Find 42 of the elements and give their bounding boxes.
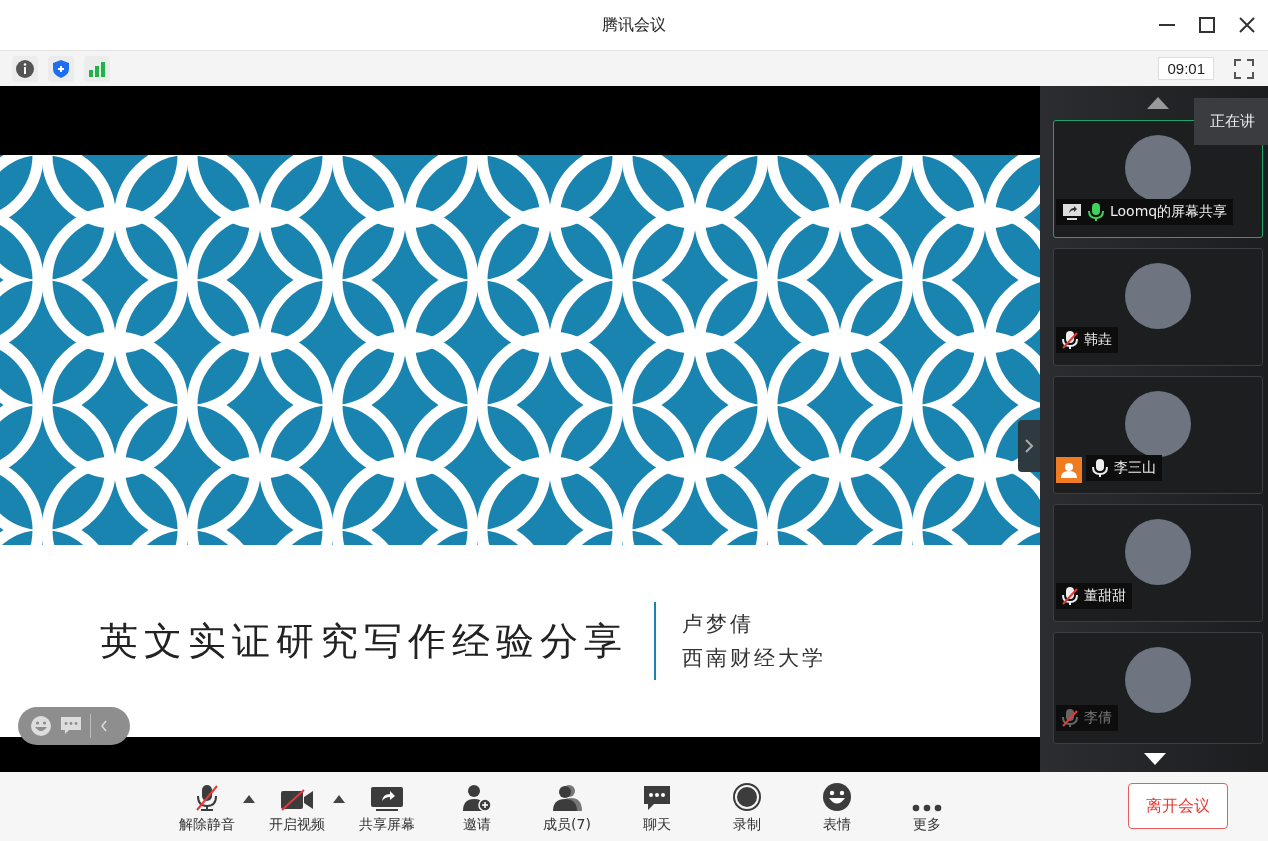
shield-icon[interactable]	[48, 55, 74, 82]
slide-author: 卢梦倩	[682, 611, 755, 638]
window-title: 腾讯会议	[602, 14, 666, 36]
meeting-timer: 09:01	[1158, 57, 1214, 80]
people-icon	[551, 783, 583, 812]
scroll-down-icon[interactable]	[1143, 752, 1167, 766]
leave-meeting-button[interactable]: 离开会议	[1128, 783, 1228, 829]
participant-tile[interactable]: 韩垚	[1053, 248, 1263, 366]
emoji-button[interactable]: 表情	[808, 779, 866, 834]
mic-button[interactable]: 解除静音	[178, 779, 236, 834]
more-button[interactable]: 更多	[898, 779, 956, 834]
screen-share-icon	[370, 785, 404, 812]
fullscreen-icon[interactable]	[1232, 56, 1256, 81]
participant-name: 李三山	[1114, 459, 1156, 477]
participant-name: 韩垚	[1084, 331, 1112, 349]
participant-name: Loomq的屏幕共享	[1110, 203, 1228, 221]
panel-toggle-button[interactable]	[1018, 420, 1040, 472]
signal-icon[interactable]	[84, 55, 110, 82]
slide-affiliation: 西南财经大学	[682, 645, 826, 672]
participant-name: 董甜甜	[1084, 587, 1126, 605]
participant-tile[interactable]: 董甜甜	[1053, 504, 1263, 622]
participant-name: 李倩	[1084, 709, 1112, 727]
share-button[interactable]: 共享屏幕	[358, 779, 416, 834]
invite-button[interactable]: 邀请	[448, 779, 506, 834]
chevron-right-icon	[1024, 438, 1034, 454]
record-button[interactable]: 录制	[718, 779, 776, 834]
speaking-tooltip: 正在讲	[1194, 98, 1268, 145]
video-button[interactable]: 开启视频	[268, 779, 326, 834]
caret-icon[interactable]	[242, 793, 256, 804]
more-icon	[912, 803, 942, 812]
info-icon[interactable]	[12, 55, 38, 82]
chat-button[interactable]: 聊天	[628, 779, 686, 834]
caret-icon[interactable]	[332, 793, 346, 804]
smiley-icon	[822, 781, 852, 812]
record-icon	[732, 781, 762, 812]
members-button[interactable]: 成员(7)	[538, 779, 596, 834]
scroll-up-icon[interactable]	[1146, 96, 1170, 110]
add-person-icon	[462, 783, 492, 812]
chat-icon	[642, 783, 672, 812]
participant-tile[interactable]: 李三山	[1053, 376, 1263, 494]
slide-title: 英文实证研究写作经验分享	[100, 617, 628, 665]
participant-tile[interactable]: 李倩	[1053, 632, 1263, 744]
